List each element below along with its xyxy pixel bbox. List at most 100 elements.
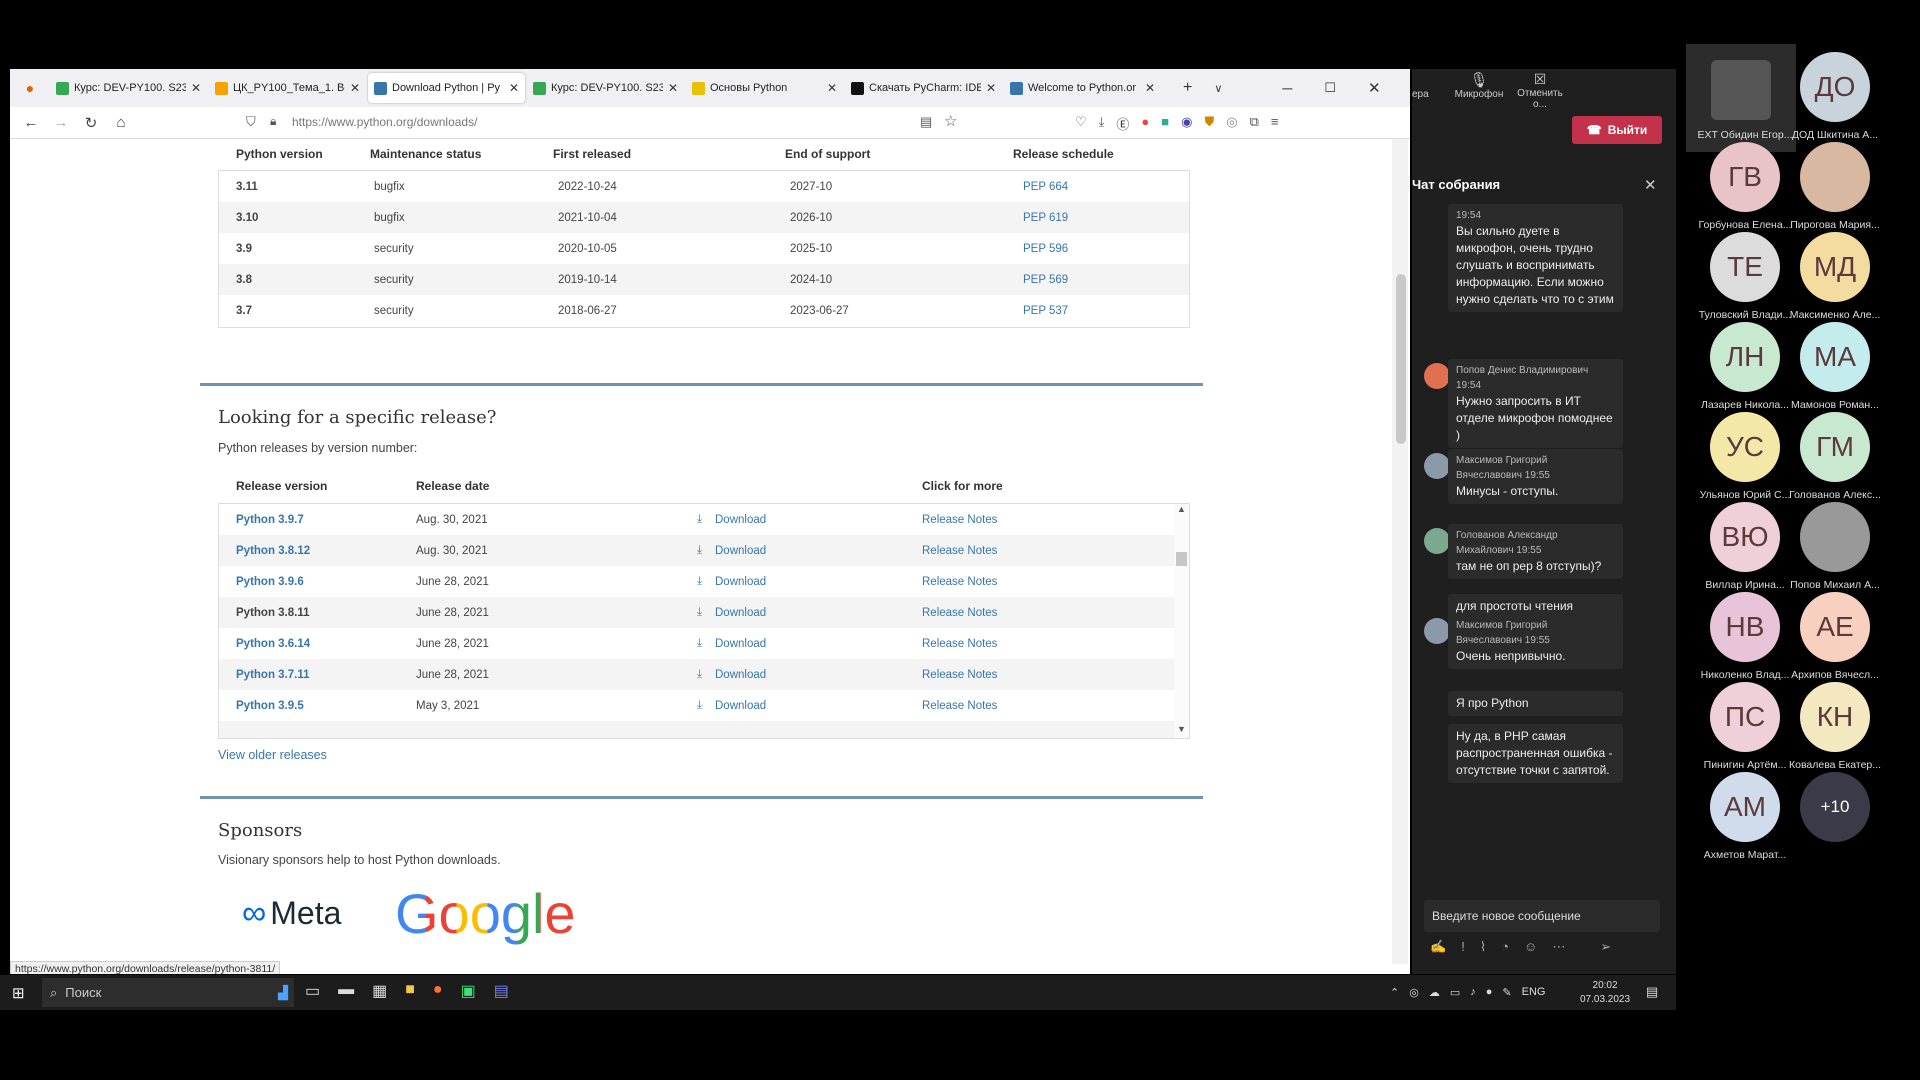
participant-avatar[interactable]: МА — [1800, 322, 1870, 392]
pep-link[interactable]: PEP 664 — [1023, 181, 1068, 193]
close-tab-icon[interactable]: ✕ — [827, 81, 837, 95]
tab-2[interactable]: Download Python | Py ✕ — [368, 73, 525, 103]
extension-e-icon[interactable]: Ⓔ — [1116, 114, 1129, 133]
extension-gray-icon[interactable]: ◎ — [1226, 114, 1237, 133]
release-notes-link[interactable]: Release Notes — [922, 669, 997, 681]
loop-icon[interactable]: ◔ — [1501, 939, 1509, 955]
participant-avatar[interactable]: КН — [1800, 682, 1870, 752]
release-version-link[interactable]: Python 3.9.5 — [236, 700, 304, 712]
menu-hamburger-icon[interactable]: ≡ — [1271, 114, 1279, 133]
release-version-link[interactable]: Python 3.8.11 — [236, 607, 310, 619]
google-logo[interactable]: Google — [395, 881, 576, 946]
participant-avatar[interactable]: ГМ — [1800, 412, 1870, 482]
emoji-icon[interactable]: ☺ — [1524, 939, 1537, 955]
windows-start-icon[interactable]: ⊞ — [12, 984, 25, 1002]
onedrive-icon[interactable]: ☁ — [1429, 986, 1440, 999]
back-icon[interactable]: ← — [16, 114, 46, 131]
release-notes-link[interactable]: Release Notes — [922, 607, 997, 619]
participant-avatar[interactable]: МД — [1800, 232, 1870, 302]
release-notes-link[interactable]: Release Notes — [922, 700, 997, 712]
pen-icon[interactable]: ✎ — [1502, 986, 1511, 999]
tab-3[interactable]: Курс: DEV-PY100. S23. ✕ — [527, 73, 684, 103]
release-version-link[interactable]: Python 3.7.11 — [236, 669, 310, 681]
participant-avatar[interactable]: ТЕ — [1710, 232, 1780, 302]
more-options-icon[interactable]: ⋯ — [1552, 939, 1565, 955]
adblock-icon[interactable]: ● — [1141, 114, 1149, 133]
pep-link[interactable]: PEP 596 — [1023, 243, 1068, 255]
pep-link[interactable]: PEP 569 — [1023, 274, 1068, 286]
view-older-releases-link[interactable]: View older releases — [218, 748, 327, 762]
download-link[interactable]: Download — [715, 669, 766, 681]
leave-button[interactable]: ☎ Выйти — [1572, 116, 1662, 144]
meta-logo[interactable]: ∞ Meta — [242, 894, 341, 933]
download-link[interactable]: Download — [715, 514, 766, 526]
participant-avatar[interactable]: ПС — [1710, 682, 1780, 752]
participant-photo[interactable] — [1711, 60, 1771, 120]
release-notes-link[interactable]: Release Notes — [922, 514, 997, 526]
release-version-link[interactable]: Python 3.9.7 — [236, 514, 304, 526]
priority-icon[interactable]: ! — [1461, 939, 1465, 955]
file-explorer-icon[interactable]: ■ — [405, 981, 415, 1001]
shield-icon[interactable]: ⛉ — [246, 114, 256, 130]
clock[interactable]: 20:02 07.03.2023 — [1580, 979, 1630, 1007]
maximize-button[interactable]: ☐ — [1324, 80, 1336, 96]
send-icon[interactable]: ➢ — [1600, 939, 1611, 955]
tray-chevron-icon[interactable]: ⌃ — [1390, 986, 1399, 999]
download-link[interactable]: Download — [715, 700, 766, 712]
notifications-icon[interactable]: ▤ — [1646, 984, 1658, 1000]
tab-0[interactable]: Курс: DEV-PY100. S23. ✕ — [50, 73, 207, 103]
download-link[interactable]: Download — [715, 607, 766, 619]
bookmark-star-icon[interactable]: ☆ — [944, 112, 957, 130]
close-tab-icon[interactable]: ✕ — [350, 81, 360, 95]
participant-avatar[interactable]: АМ — [1710, 772, 1780, 842]
extension-green-icon[interactable]: ■ — [1161, 114, 1169, 133]
taskbar-search[interactable]: ⌕ Поиск ▟ — [42, 978, 294, 1007]
scroll-down-icon[interactable]: ▼ — [1177, 724, 1186, 734]
close-tab-icon[interactable]: ✕ — [668, 81, 678, 95]
tab-4[interactable]: Основы Python ✕ — [686, 73, 843, 103]
release-notes-link[interactable]: Release Notes — [922, 545, 997, 557]
participant-avatar[interactable]: НВ — [1710, 592, 1780, 662]
participant-avatar[interactable]: ВЮ — [1710, 502, 1780, 572]
chat-message[interactable]: Попов Денис Владимирович 19:54 Нужно запр… — [1448, 359, 1623, 448]
chat-message[interactable]: 19:54 Вы сильно дуете в микрофон, очень т… — [1448, 204, 1623, 312]
participant-avatar[interactable]: АЕ — [1800, 592, 1870, 662]
release-version-link[interactable]: Python 3.8.12 — [236, 545, 310, 557]
forward-icon[interactable]: → — [46, 114, 76, 131]
firefox-icon[interactable]: ● — [10, 80, 50, 96]
tab-5[interactable]: Скачать PyCharm: IDE ✕ — [845, 73, 1002, 103]
attach-icon[interactable]: ⌇ — [1480, 939, 1486, 955]
chat-message[interactable]: Голованов Александр Михайлович 19:55 там … — [1448, 524, 1623, 579]
pep-link[interactable]: PEP 537 — [1023, 305, 1068, 317]
close-tab-icon[interactable]: ✕ — [191, 81, 201, 95]
close-window-button[interactable]: ✕ — [1368, 79, 1381, 97]
download-link[interactable]: Download — [715, 545, 766, 557]
close-tab-icon[interactable]: ✕ — [1145, 81, 1155, 95]
tab-1[interactable]: ЦК_PY100_Тема_1. Ве ✕ — [209, 73, 366, 103]
close-chat-icon[interactable]: ✕ — [1644, 176, 1657, 194]
format-icon[interactable]: ✍ — [1430, 939, 1446, 955]
message-avatar[interactable] — [1424, 618, 1450, 644]
participant-avatar[interactable]: ДО — [1800, 52, 1870, 122]
url-bar[interactable]: https://www.python.org/downloads/ — [292, 115, 477, 129]
tab-6[interactable]: Welcome to Python.or ✕ — [1004, 73, 1161, 103]
release-notes-link[interactable]: Release Notes — [922, 576, 997, 588]
message-input[interactable]: Введите новое сообщение — [1424, 900, 1660, 932]
chat-message[interactable]: Ну да, в PHP самая распространенная ошиб… — [1448, 724, 1623, 783]
message-avatar[interactable] — [1424, 453, 1450, 479]
participant-avatar[interactable]: УС — [1710, 412, 1780, 482]
pep-link[interactable]: PEP 619 — [1023, 212, 1068, 224]
close-tab-icon[interactable]: ✕ — [986, 81, 996, 95]
participant-avatar[interactable]: +10 — [1800, 772, 1870, 842]
microphone-button[interactable]: 🎙︎ Микрофон — [1454, 71, 1504, 100]
chat-messages[interactable]: 19:54 Вы сильно дуете в микрофон, очень т… — [1412, 204, 1676, 894]
release-list-scrollbar[interactable]: ▲ ▼ — [1174, 504, 1189, 738]
minimize-button[interactable]: ─ — [1282, 80, 1292, 96]
release-list[interactable]: Python 3.9.7 Aug. 30, 2021 ⤓ Download Re… — [218, 503, 1190, 739]
chat-message[interactable]: Я про Python — [1448, 691, 1623, 716]
microphone-tray-icon[interactable]: ● — [1486, 986, 1493, 999]
extension-shield-icon[interactable]: ⛊ — [1204, 114, 1214, 133]
tray-app-icon[interactable]: ◎ — [1409, 986, 1419, 999]
extension-blue-icon[interactable]: ◉ — [1181, 114, 1192, 133]
teams-taskbar-icon[interactable]: ▤ — [494, 981, 509, 1001]
